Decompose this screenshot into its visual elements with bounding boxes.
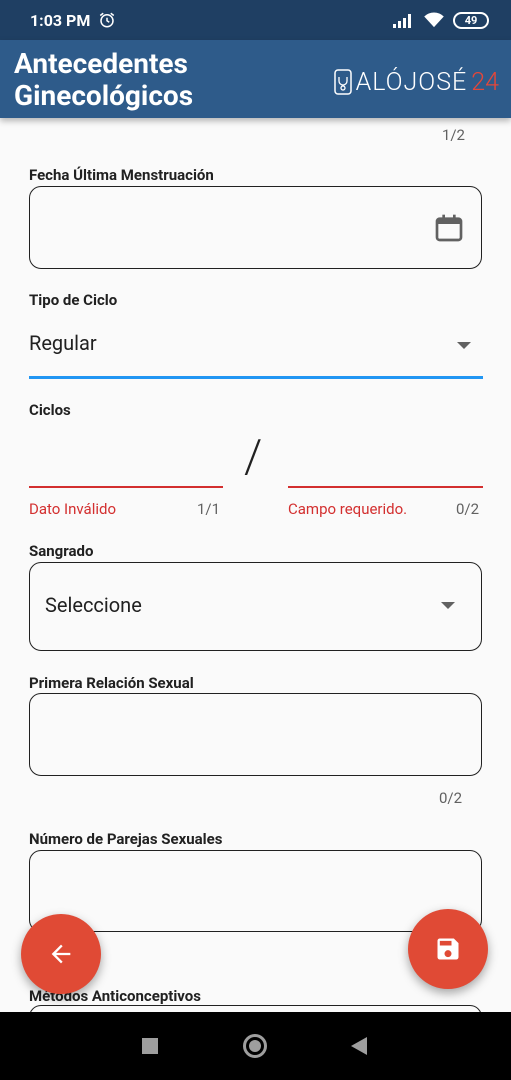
ciclos-right-counter: 0/2 [456,500,480,518]
fecha-field[interactable] [29,186,482,269]
sangrado-dropdown[interactable]: Seleccione [29,562,482,651]
battery-level: 49 [464,13,478,27]
page-title: Antecedentes Ginecológicos [14,47,194,112]
save-button[interactable] [408,909,488,989]
fecha-label: Fecha Última Menstruación [29,166,214,184]
stethoscope-icon [333,69,352,95]
battery-indicator: 49 [453,11,489,29]
status-time: 1:03 PM [30,11,91,30]
alarm-icon [99,12,115,28]
chevron-down-icon[interactable] [457,342,471,349]
save-icon [437,938,459,960]
status-indicators: 49 [393,10,489,30]
ciclos-left-error: Dato Inválido [29,500,117,518]
tipo-ciclo-label: Tipo de Ciclo [29,291,118,309]
tipo-ciclo-value[interactable]: Regular [29,331,97,355]
logo-text: ALÓJOSÉ [355,67,468,97]
arrow-back-icon [51,944,71,964]
fecha-input[interactable] [30,187,481,268]
ciclos-left-underline [29,486,223,488]
primera-relacion-label: Primera Relación Sexual [29,674,194,692]
ciclos-separator: / [244,430,263,484]
home-icon[interactable] [243,1034,267,1058]
sangrado-value[interactable]: Seleccione [45,593,142,617]
ciclos-right-underline [288,486,483,488]
back-button[interactable] [21,914,101,994]
system-back-icon[interactable] [351,1037,367,1055]
parejas-label: Número de Parejas Sexuales [29,830,223,848]
app-bar: Antecedentes Ginecológicos ALÓJOSÉ 24 [0,40,511,118]
primera-relacion-input[interactable] [30,694,481,775]
tipo-ciclo-underline [29,376,483,379]
signal-icon [393,14,411,28]
ciclos-label: Ciclos [29,401,71,419]
wifi-icon [424,12,444,28]
recents-icon[interactable] [142,1038,158,1054]
parejas-input[interactable] [30,851,481,931]
primera-relacion-field[interactable] [29,693,482,776]
calendar-icon[interactable] [433,212,465,244]
app-logo: ALÓJOSÉ 24 [333,67,499,97]
primera-relacion-counter: 0/2 [439,789,463,807]
parejas-field[interactable] [29,850,482,932]
page-counter: 1/2 [441,126,465,144]
ciclos-left-counter: 1/1 [197,500,221,518]
system-nav-bar [0,1012,511,1080]
sangrado-label: Sangrado [29,542,94,560]
chevron-down-icon[interactable] [441,602,455,609]
logo-number: 24 [471,67,499,97]
ciclos-right-error: Campo requerido. [288,500,408,518]
status-bar: 1:03 PM 49 [0,0,511,40]
